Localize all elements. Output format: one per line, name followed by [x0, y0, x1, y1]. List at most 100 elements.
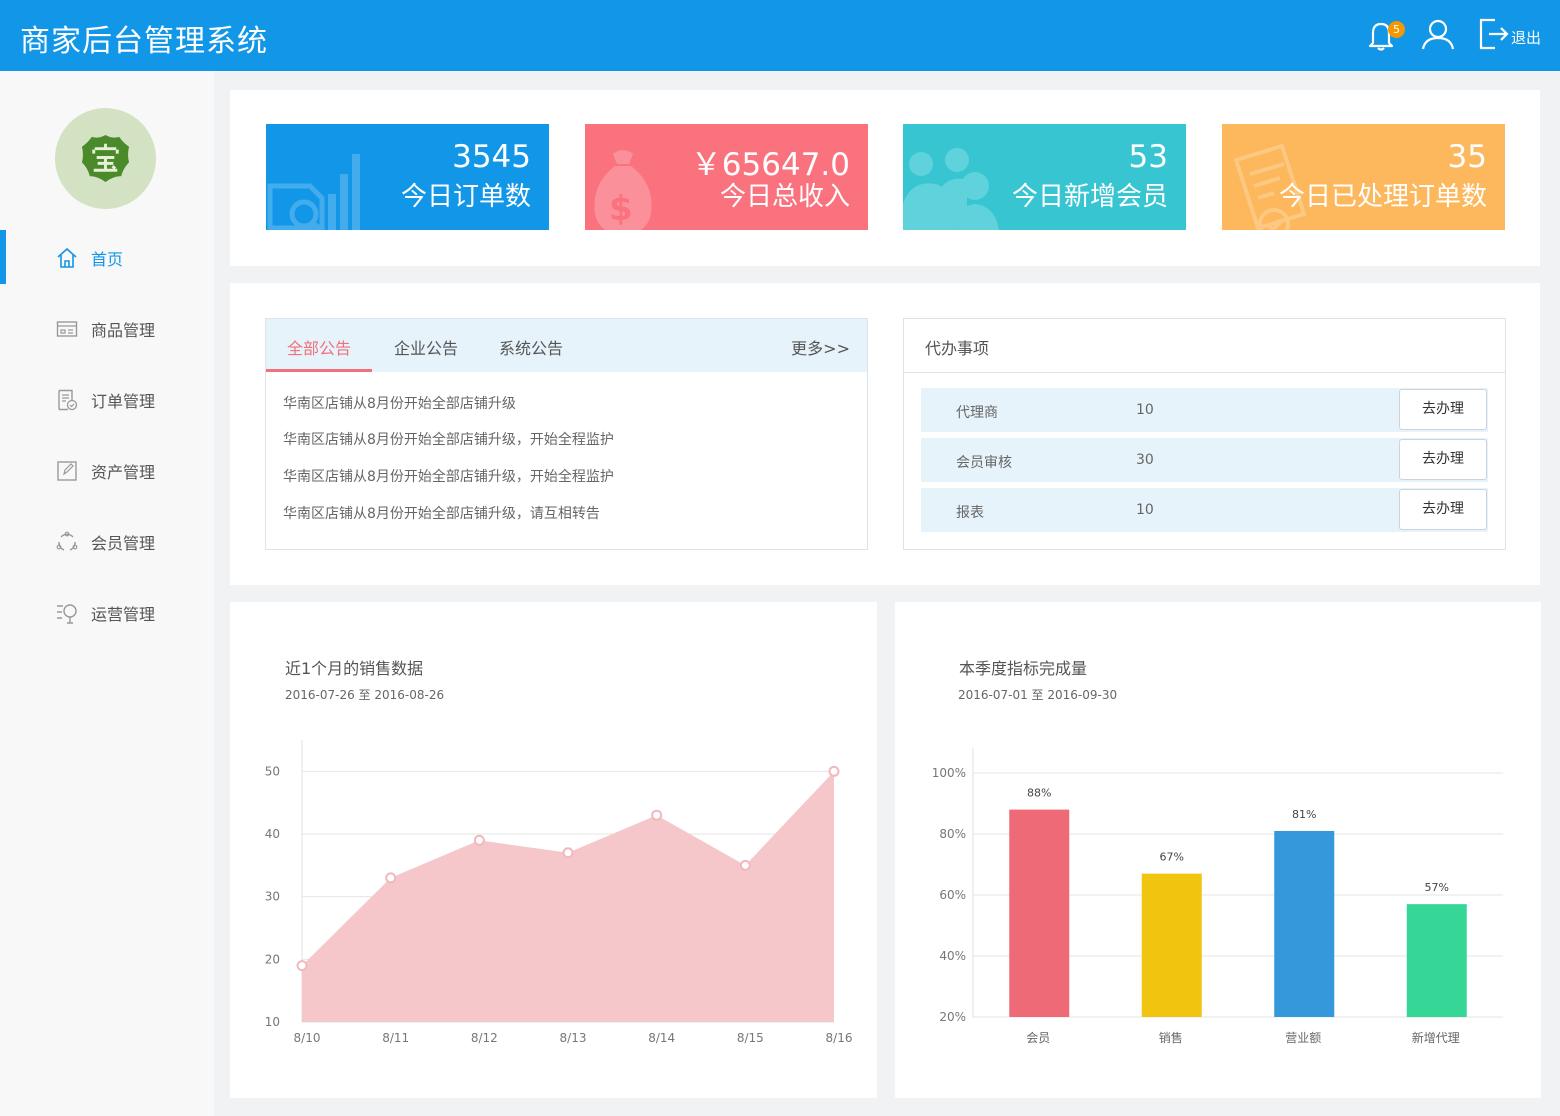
tab-all-announcements[interactable]: 全部公告 [287, 335, 351, 359]
y-tick-label: 80% [939, 827, 966, 841]
sidebar-item-home[interactable]: 首页 [0, 230, 214, 284]
y-tick-label: 40 [265, 827, 280, 841]
divider [904, 372, 1505, 373]
handle-button[interactable]: 去办理 [1399, 389, 1487, 430]
logout-link[interactable]: 退出 [1511, 27, 1541, 48]
stat-label: 今日已处理订单数 [1278, 182, 1487, 212]
data-point [651, 809, 663, 821]
data-point [562, 847, 574, 859]
x-tick-label: 8/12 [471, 1031, 498, 1045]
y-tick-label: 20% [939, 1010, 966, 1024]
stat-card-processed-orders[interactable]: 35 今日已处理订单数 [1222, 124, 1505, 230]
x-tick-label: 8/10 [294, 1031, 321, 1045]
y-tick-label: 60% [939, 888, 966, 902]
handle-button[interactable]: 去办理 [1399, 439, 1487, 480]
y-tick-label: 20 [265, 952, 280, 966]
sidebar-item-assets[interactable]: 资产管理 [0, 443, 214, 497]
member-circle-icon [56, 531, 78, 551]
user-icon[interactable] [1420, 16, 1456, 52]
x-tick-label: 8/16 [826, 1031, 853, 1045]
x-tick-label: 营业额 [1285, 1031, 1321, 1045]
x-tick-label: 8/15 [737, 1031, 764, 1045]
x-tick-label: 新增代理 [1412, 1030, 1460, 1045]
sidebar-item-label: 运营管理 [91, 605, 156, 624]
announcement-item[interactable]: 华南区店铺从8月份开始全部店铺升级，开始全程监护 [283, 429, 614, 449]
stat-value: 3545 [452, 139, 531, 175]
sidebar-item-orders[interactable]: 订单管理 [0, 372, 214, 426]
operation-search-icon [57, 604, 77, 624]
home-icon [57, 247, 77, 268]
top-header: 商家后台管理系统 5 退出 [0, 0, 1560, 71]
x-tick-label: 销售 [1159, 1030, 1183, 1045]
tab-system-announcements[interactable]: 系统公告 [499, 335, 563, 359]
bar-value-label: 88% [1027, 787, 1051, 800]
stat-card-income[interactable]: $ ￥65647.0 今日总收入 [585, 124, 868, 230]
stats-panel: 3545 今日订单数 $ ￥65647.0 今日总收入 53 今日新增会员 35… [230, 90, 1540, 266]
todo-title: 代办事项 [925, 339, 990, 358]
x-tick-label: 8/11 [382, 1031, 409, 1045]
announcement-box: 全部公告 企业公告 系统公告 更多>> 华南区店铺从8月份开始全部店铺升级 华南… [265, 318, 868, 550]
tab-enterprise-announcements[interactable]: 企业公告 [394, 335, 458, 359]
announcement-item[interactable]: 华南区店铺从8月份开始全部店铺升级，开始全程监护 [283, 466, 614, 486]
data-point [473, 834, 485, 846]
todo-row: 会员审核 30 去办理 [921, 438, 1488, 482]
svg-text:$: $ [609, 189, 633, 229]
stat-card-new-members[interactable]: 53 今日新增会员 [903, 124, 1186, 230]
x-tick-label: 会员 [1026, 1031, 1050, 1045]
stat-value: 35 [1447, 139, 1487, 175]
bar [1141, 873, 1202, 1017]
sidebar-item-members[interactable]: 会员管理 [0, 514, 214, 568]
treasure-seal-icon [81, 134, 130, 183]
more-link[interactable]: 更多>> [791, 335, 850, 359]
sidebar-item-operations[interactable]: 运营管理 [0, 585, 214, 639]
product-card-icon [56, 321, 78, 337]
sidebar-item-label: 订单管理 [91, 392, 156, 411]
todo-box: 代办事项 代理商 10 去办理 会员审核 30 去办理 报表 10 去办理 [903, 318, 1506, 550]
sales-area-series [302, 771, 834, 1022]
todo-name: 报表 [956, 505, 984, 521]
app-title: 商家后台管理系统 [20, 24, 268, 59]
sales-chart-panel: 近1个月的销售数据 2016-07-26 至 2016-08-26 10 20 30… [230, 602, 877, 1098]
data-point [385, 872, 397, 884]
y-tick-label: 50 [265, 764, 280, 778]
bar [1406, 904, 1467, 1017]
asset-edit-icon [57, 461, 77, 481]
handle-button[interactable]: 去办理 [1399, 489, 1487, 530]
logout-icon[interactable] [1477, 16, 1513, 52]
bar [1274, 830, 1335, 1017]
sidebar-item-label: 商品管理 [91, 321, 156, 340]
notices-panel: 全部公告 企业公告 系统公告 更多>> 华南区店铺从8月份开始全部店铺升级 华南… [230, 283, 1540, 585]
todo-count: 30 [1136, 452, 1154, 468]
notification-badge: 5 [1388, 21, 1405, 38]
data-point [739, 859, 751, 871]
stat-label: 今日总收入 [719, 182, 850, 212]
sidebar: 首页 商品管理 订单管理 资产管理 会员管理 运营管理 [0, 71, 214, 1116]
todo-row: 代理商 10 去办理 [921, 388, 1488, 432]
y-tick-label: 40% [939, 949, 966, 963]
stat-label: 今日订单数 [400, 182, 531, 212]
stat-card-orders[interactable]: 3545 今日订单数 [266, 124, 549, 230]
y-tick-label: 30 [265, 890, 280, 904]
stat-label: 今日新增会员 [1011, 182, 1168, 212]
bar-value-label: 57% [1425, 881, 1449, 894]
active-tab-indicator [266, 369, 372, 372]
data-point [296, 960, 308, 972]
y-tick-label: 100% [932, 766, 966, 780]
sidebar-item-label: 资产管理 [91, 463, 156, 482]
sidebar-item-products[interactable]: 商品管理 [0, 301, 214, 355]
announcement-item[interactable]: 华南区店铺从8月份开始全部店铺升级 [283, 393, 516, 413]
todo-count: 10 [1136, 402, 1154, 418]
sidebar-item-label: 首页 [91, 250, 124, 269]
bar-value-label: 67% [1160, 851, 1184, 864]
bar [1009, 809, 1070, 1017]
order-doc-icon [58, 389, 78, 411]
announcement-tabs: 全部公告 企业公告 系统公告 更多>> [266, 319, 867, 372]
quota-chart-panel: 本季度指标完成量 2016-07-01 至 2016-09-30 20% 40% 6… [895, 602, 1541, 1098]
avatar [55, 108, 156, 209]
x-tick-label: 8/14 [648, 1031, 675, 1045]
bar-value-label: 81% [1292, 808, 1316, 821]
sales-area-chart: 10 20 30 40 50 8/10 8/11 8/12 8/13 8/14 8/15 8/16 [265, 740, 853, 1045]
sidebar-item-label: 会员管理 [91, 534, 156, 553]
announcement-item[interactable]: 华南区店铺从8月份开始全部店铺升级，请互相转告 [283, 503, 600, 523]
quota-bar-chart: 20% 40% 60% 80% 100% 88% 会员 67% 销售 81% 营业额 57% 新增代理 [932, 748, 1503, 1045]
